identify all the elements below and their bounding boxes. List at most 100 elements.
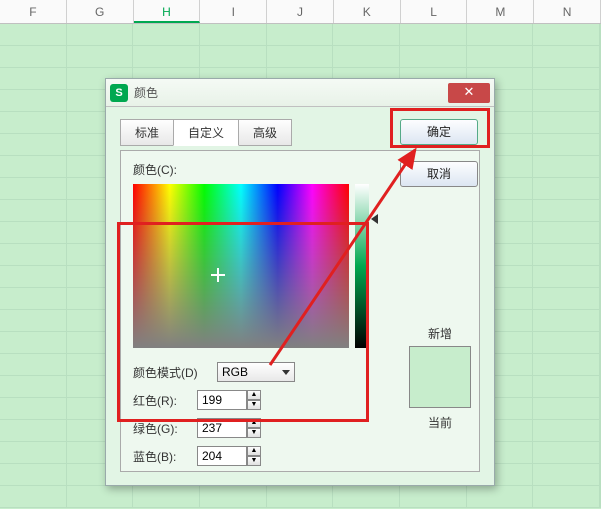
red-spinner[interactable]: ▲▼	[197, 390, 261, 410]
table-row	[0, 24, 601, 46]
cell[interactable]	[200, 24, 267, 45]
blue-spinner[interactable]: ▲▼	[197, 446, 261, 466]
cell[interactable]	[0, 68, 67, 89]
cell[interactable]	[333, 486, 400, 507]
cell[interactable]	[533, 266, 600, 287]
cell[interactable]	[533, 442, 600, 463]
spin-up-icon[interactable]: ▲	[247, 390, 261, 400]
column-header-N[interactable]: N	[534, 0, 601, 23]
cell[interactable]	[533, 420, 600, 441]
color-gradient-picker[interactable]	[133, 184, 349, 348]
cell[interactable]	[533, 156, 600, 177]
cell[interactable]	[533, 178, 600, 199]
cell[interactable]	[333, 24, 400, 45]
cell[interactable]	[0, 156, 67, 177]
column-header-G[interactable]: G	[67, 0, 134, 23]
green-spinner[interactable]: ▲▼	[197, 418, 261, 438]
green-input[interactable]	[197, 418, 247, 438]
cell[interactable]	[333, 46, 400, 67]
cell[interactable]	[0, 90, 67, 111]
spin-down-icon[interactable]: ▼	[247, 456, 261, 466]
cell[interactable]	[133, 486, 200, 507]
spin-down-icon[interactable]: ▼	[247, 428, 261, 438]
spin-up-icon[interactable]: ▲	[247, 446, 261, 456]
cell[interactable]	[533, 354, 600, 375]
cell[interactable]	[533, 90, 600, 111]
cell[interactable]	[533, 200, 600, 221]
cell[interactable]	[400, 46, 467, 67]
cell[interactable]	[67, 46, 134, 67]
cell[interactable]	[0, 464, 67, 485]
cell[interactable]	[0, 112, 67, 133]
cell[interactable]	[0, 486, 67, 507]
cell[interactable]	[533, 332, 600, 353]
column-header-M[interactable]: M	[467, 0, 534, 23]
cell[interactable]	[0, 24, 67, 45]
cancel-button[interactable]: 取消	[400, 161, 478, 187]
cell[interactable]	[0, 46, 67, 67]
spin-up-icon[interactable]: ▲	[247, 418, 261, 428]
cell[interactable]	[533, 46, 600, 67]
cell[interactable]	[533, 398, 600, 419]
cell[interactable]	[200, 46, 267, 67]
cell[interactable]	[533, 222, 600, 243]
tab-custom[interactable]: 自定义	[173, 119, 239, 146]
cell[interactable]	[533, 134, 600, 155]
close-button[interactable]: ✕	[448, 83, 490, 103]
cell[interactable]	[467, 24, 534, 45]
red-input[interactable]	[197, 390, 247, 410]
cell[interactable]	[0, 266, 67, 287]
cell[interactable]	[0, 332, 67, 353]
cell[interactable]	[67, 486, 134, 507]
cell[interactable]	[200, 486, 267, 507]
column-header-J[interactable]: J	[267, 0, 334, 23]
cell[interactable]	[533, 24, 600, 45]
cell[interactable]	[0, 200, 67, 221]
cell[interactable]	[0, 244, 67, 265]
cell[interactable]	[467, 46, 534, 67]
tab-advanced[interactable]: 高级	[238, 119, 292, 146]
cell[interactable]	[267, 46, 334, 67]
cell[interactable]	[533, 310, 600, 331]
tab-standard[interactable]: 标准	[120, 119, 174, 146]
cell[interactable]	[533, 288, 600, 309]
cell[interactable]	[267, 486, 334, 507]
cell[interactable]	[0, 442, 67, 463]
cell[interactable]	[533, 244, 600, 265]
cell[interactable]	[0, 288, 67, 309]
column-header-F[interactable]: F	[0, 0, 67, 23]
cell[interactable]	[467, 486, 534, 507]
cell[interactable]	[0, 310, 67, 331]
column-header-H[interactable]: H	[134, 0, 201, 23]
cell[interactable]	[0, 222, 67, 243]
table-row	[0, 46, 601, 68]
column-header-L[interactable]: L	[401, 0, 468, 23]
cell[interactable]	[400, 486, 467, 507]
preview-area: 新增 当前	[400, 325, 480, 431]
cell[interactable]	[67, 24, 134, 45]
column-header-I[interactable]: I	[200, 0, 267, 23]
cell[interactable]	[0, 376, 67, 397]
cell[interactable]	[0, 178, 67, 199]
cell[interactable]	[533, 376, 600, 397]
cell[interactable]	[533, 464, 600, 485]
cell[interactable]	[0, 134, 67, 155]
cell[interactable]	[0, 398, 67, 419]
cell[interactable]	[533, 112, 600, 133]
cell[interactable]	[267, 24, 334, 45]
cell[interactable]	[133, 24, 200, 45]
mode-select[interactable]: RGB	[217, 362, 295, 382]
cell[interactable]	[533, 68, 600, 89]
luminance-bar[interactable]	[355, 184, 369, 348]
cell[interactable]	[400, 24, 467, 45]
luminance-arrow[interactable]	[371, 214, 378, 224]
blue-input[interactable]	[197, 446, 247, 466]
ok-button[interactable]: 确定	[400, 119, 478, 145]
cell[interactable]	[0, 420, 67, 441]
column-header-K[interactable]: K	[334, 0, 401, 23]
cell[interactable]	[0, 354, 67, 375]
spin-down-icon[interactable]: ▼	[247, 400, 261, 410]
cell[interactable]	[133, 46, 200, 67]
cell[interactable]	[533, 486, 600, 507]
picker-crosshair	[211, 268, 225, 282]
